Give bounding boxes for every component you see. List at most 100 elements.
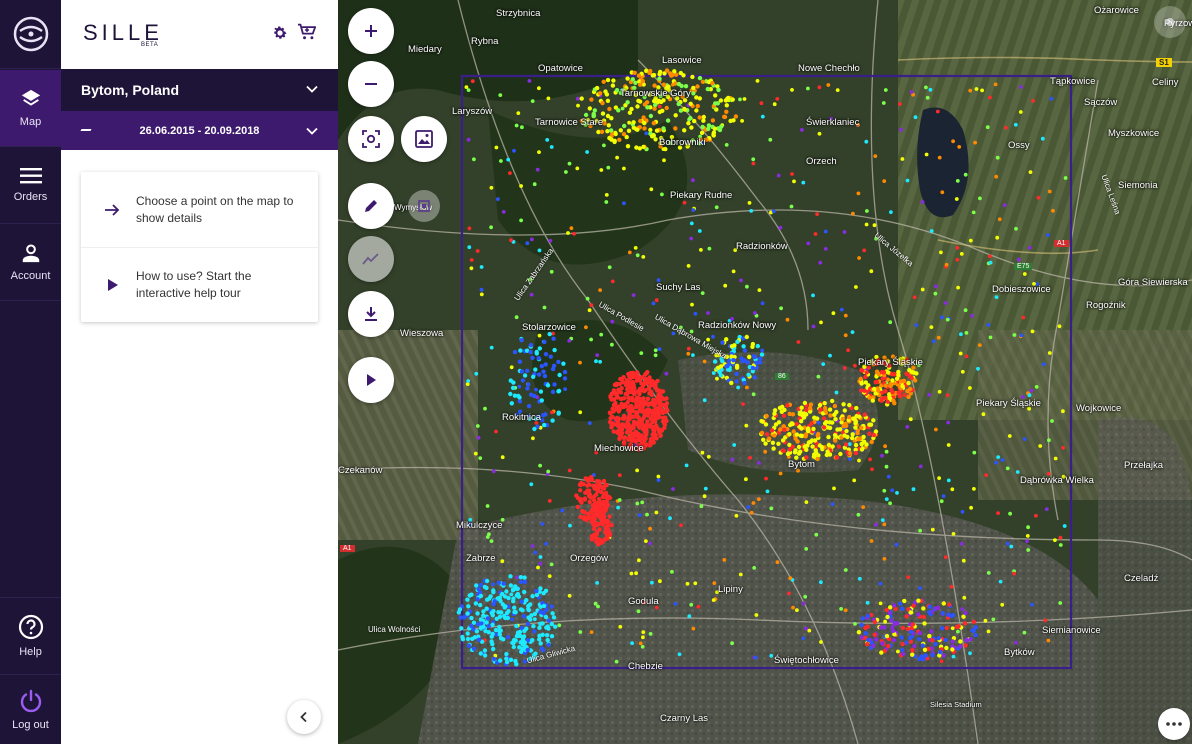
measurement-point[interactable]	[640, 500, 645, 505]
measurement-point[interactable]	[746, 505, 751, 509]
measurement-point[interactable]	[852, 478, 857, 483]
measurement-point[interactable]	[475, 249, 480, 253]
measurement-point[interactable]	[615, 395, 620, 400]
measurement-point[interactable]	[515, 575, 519, 580]
measurement-point[interactable]	[742, 380, 747, 386]
measurement-point[interactable]	[618, 128, 623, 133]
measurement-point[interactable]	[505, 615, 510, 621]
measurement-point[interactable]	[970, 628, 975, 633]
measurement-point[interactable]	[459, 626, 464, 631]
measurement-point[interactable]	[773, 422, 779, 427]
nav-account[interactable]: Account	[0, 224, 61, 300]
measurement-point[interactable]	[469, 623, 474, 629]
measurement-point[interactable]	[653, 348, 658, 353]
measurement-point[interactable]	[987, 254, 992, 259]
measurement-point[interactable]	[541, 591, 546, 596]
measurement-point[interactable]	[994, 460, 998, 465]
measurement-point[interactable]	[1022, 272, 1027, 276]
measurement-point[interactable]	[977, 343, 982, 347]
measurement-point[interactable]	[839, 607, 843, 611]
measurement-point[interactable]	[627, 434, 632, 440]
measurement-point[interactable]	[614, 659, 619, 664]
measurement-point[interactable]	[636, 609, 641, 614]
measurement-point[interactable]	[567, 593, 572, 598]
measurement-point[interactable]	[782, 427, 787, 433]
measurement-point[interactable]	[841, 402, 846, 407]
measurement-point[interactable]	[705, 86, 710, 92]
measurement-point[interactable]	[725, 363, 730, 369]
measurement-point[interactable]	[804, 547, 809, 551]
measurement-point[interactable]	[927, 392, 932, 397]
measurement-point[interactable]	[811, 324, 816, 329]
measurement-point[interactable]	[826, 434, 831, 440]
measurement-point[interactable]	[518, 348, 523, 353]
measurement-point[interactable]	[525, 621, 531, 627]
measurement-point[interactable]	[997, 217, 1002, 222]
measurement-point[interactable]	[937, 476, 941, 480]
measurement-point[interactable]	[896, 390, 901, 395]
measurement-point[interactable]	[933, 284, 938, 289]
measurement-point[interactable]	[563, 387, 567, 391]
measurement-point[interactable]	[586, 488, 592, 493]
measurement-point[interactable]	[854, 405, 859, 411]
measurement-point[interactable]	[716, 87, 721, 93]
measurement-point[interactable]	[815, 212, 819, 217]
play-animation-button[interactable]	[348, 357, 394, 403]
measurement-point[interactable]	[882, 395, 888, 400]
measurement-point[interactable]	[924, 152, 929, 157]
measurement-point[interactable]	[1063, 176, 1068, 180]
measurement-point[interactable]	[996, 511, 1000, 515]
measurement-point[interactable]	[645, 105, 650, 110]
measurement-point[interactable]	[688, 116, 693, 121]
measurement-point[interactable]	[751, 157, 756, 162]
measurement-point[interactable]	[712, 126, 718, 131]
measurement-point[interactable]	[538, 555, 543, 559]
measurement-point[interactable]	[471, 646, 477, 651]
measurement-point[interactable]	[623, 423, 628, 428]
measurement-point[interactable]	[682, 200, 687, 205]
measurement-point[interactable]	[790, 88, 794, 92]
measurement-point[interactable]	[801, 636, 806, 641]
measurement-point[interactable]	[842, 230, 847, 234]
measurement-point[interactable]	[532, 629, 537, 634]
measurement-point[interactable]	[699, 248, 703, 252]
measurement-point[interactable]	[896, 649, 900, 654]
measurement-point[interactable]	[500, 559, 505, 564]
measurement-point[interactable]	[760, 348, 765, 353]
measurement-point[interactable]	[888, 605, 893, 610]
measurement-point[interactable]	[833, 438, 838, 443]
measurement-point[interactable]	[519, 218, 523, 223]
measurement-point[interactable]	[641, 389, 647, 394]
measurement-point[interactable]	[950, 639, 955, 644]
measurement-point[interactable]	[508, 657, 514, 662]
measurement-point[interactable]	[509, 592, 514, 597]
measurement-point[interactable]	[729, 354, 734, 359]
measurement-point[interactable]	[557, 623, 562, 628]
measurement-point[interactable]	[865, 209, 869, 213]
measurement-point[interactable]	[838, 451, 843, 457]
measurement-point[interactable]	[1027, 393, 1032, 398]
measurement-point[interactable]	[792, 179, 796, 184]
measurement-point[interactable]	[532, 426, 537, 432]
measurement-point[interactable]	[819, 320, 823, 325]
measurement-point[interactable]	[611, 429, 616, 434]
measurement-point[interactable]	[686, 264, 691, 268]
measurement-point[interactable]	[940, 626, 945, 631]
measurement-point[interactable]	[918, 586, 922, 591]
measurement-point[interactable]	[961, 558, 966, 563]
measurement-point[interactable]	[654, 128, 660, 133]
measurement-point[interactable]	[497, 595, 502, 600]
collapse-panel-button[interactable]	[287, 700, 321, 734]
measurement-point[interactable]	[900, 157, 905, 161]
measurement-point[interactable]	[844, 428, 849, 434]
measurement-point[interactable]	[529, 292, 534, 297]
measurement-point[interactable]	[1043, 618, 1048, 623]
measurement-point[interactable]	[521, 634, 527, 639]
measurement-point[interactable]	[484, 606, 489, 611]
measurement-point[interactable]	[883, 388, 888, 394]
measurement-point[interactable]	[479, 292, 484, 297]
location-selector[interactable]: Bytom, Poland	[61, 69, 338, 111]
measurement-point[interactable]	[986, 323, 991, 327]
measurement-point[interactable]	[964, 331, 969, 335]
measurement-point[interactable]	[1026, 548, 1031, 552]
